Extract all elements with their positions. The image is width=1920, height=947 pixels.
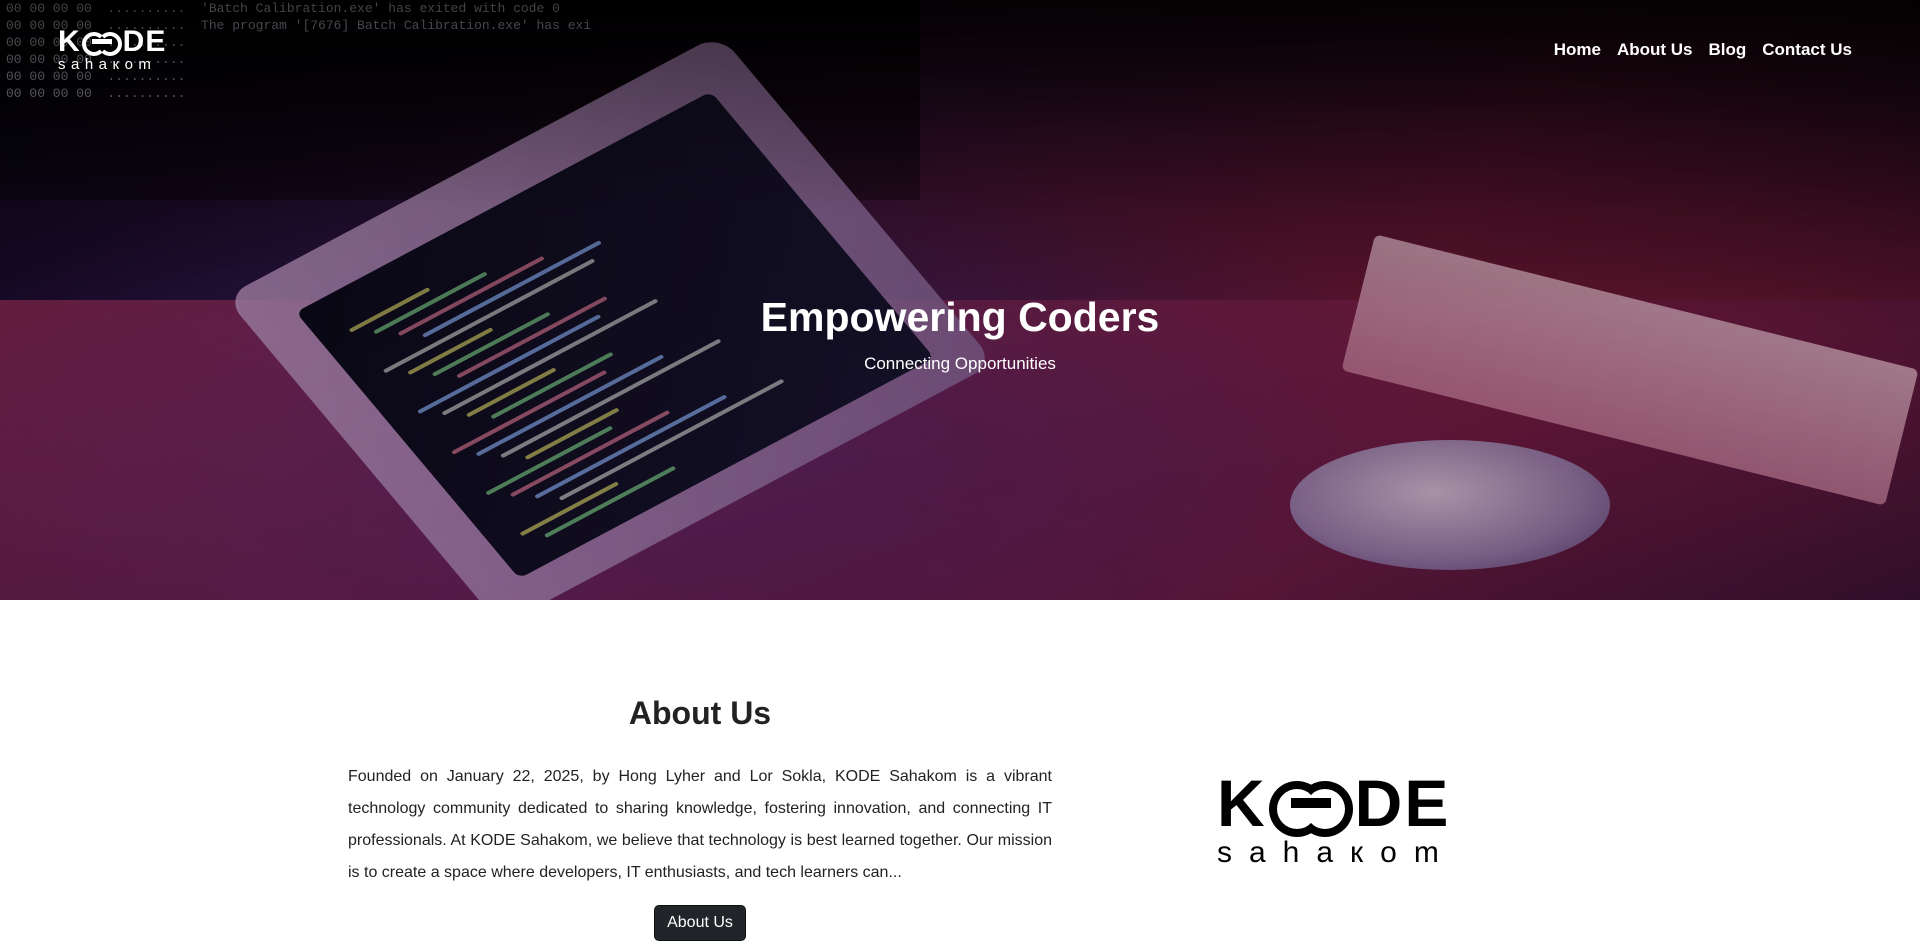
about-section: About Us Founded on January 22, 2025, by… [0,600,1920,947]
logo-subtitle: sahaкom [58,55,157,73]
about-link-chain-icon [1268,779,1353,837]
about-us-button[interactable]: About Us [654,905,746,941]
hero-subtitle: Connecting Opportunities [864,354,1056,373]
about-text-column: About Us Founded on January 22, 2025, by… [348,693,1052,941]
hero-title: Empowering Coders [760,294,1160,340]
logo-letters-de: DE [122,24,167,58]
nav-link-home[interactable]: Home [1554,40,1601,60]
about-paragraph: Founded on January 22, 2025, by Hong Lyh… [348,768,1052,881]
main-nav: Home About Us Blog Contact Us [1554,40,1852,60]
about-heading: About Us [628,695,772,731]
hero-section: 00 00 00 00 .......... 'Batch Calibratio… [0,0,1920,600]
link-chain-icon [81,31,122,56]
header-logo[interactable]: K DE sahaкom [58,24,167,73]
logo-wordmark: K DE [58,24,167,58]
about-logo: K DE sahaкom [1217,766,1456,870]
about-logo-letters-de: DE [1354,766,1451,840]
nav-link-about-us[interactable]: About Us [1617,40,1693,60]
about-logo-wordmark: K DE [1217,766,1451,840]
logo-letter-k: K [58,24,81,58]
nav-link-contact-us[interactable]: Contact Us [1762,40,1852,60]
about-logo-letter-k: K [1217,766,1267,840]
about-button-wrapper: About Us [348,905,1052,941]
site-header: K DE sahaкom Home About Us Blog Contact … [0,0,1920,100]
nav-link-blog[interactable]: Blog [1708,40,1746,60]
about-logo-subtitle: sahaкom [1217,836,1456,869]
hero-content: Empowering Coders Connecting Opportuniti… [0,292,1920,374]
